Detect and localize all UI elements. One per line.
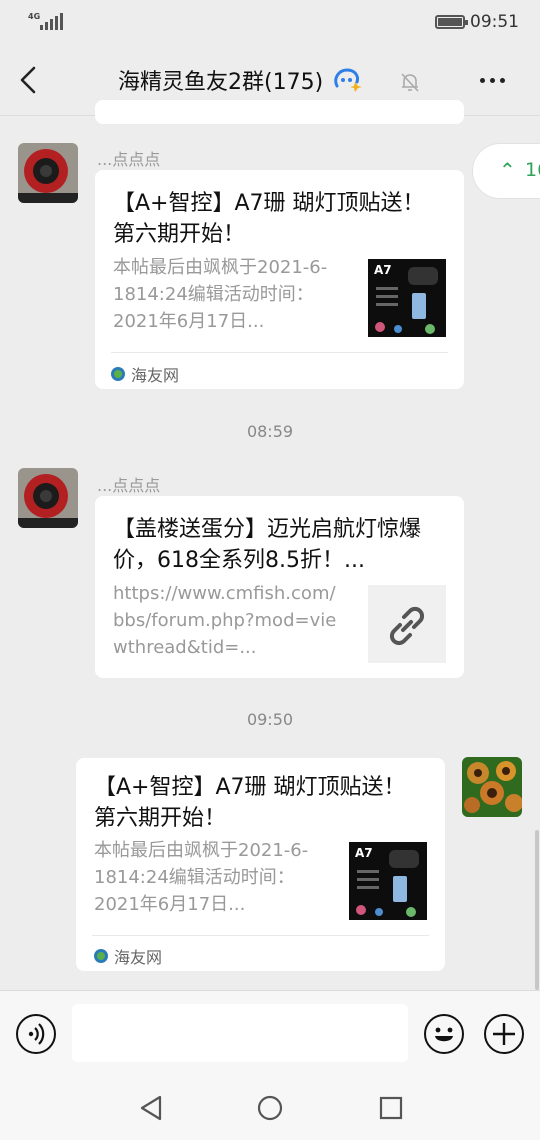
unread-count: 16 — [525, 159, 540, 181]
avatar[interactable] — [18, 143, 78, 203]
card-description: 本帖最后由飒枫于2021-6-1814:24编辑活动时间：2021年6月17日.… — [94, 840, 309, 915]
status-bar: 4G 09:51 — [0, 0, 540, 44]
nav-back-icon[interactable] — [138, 1094, 164, 1122]
signal-icon — [40, 12, 63, 30]
divider — [111, 352, 448, 353]
card-source: 海友网 — [94, 944, 162, 968]
chevron-left-icon — [20, 66, 36, 94]
speaker-avatar-image — [18, 468, 78, 528]
voice-icon — [28, 1023, 45, 1045]
avatar[interactable] — [18, 468, 78, 528]
sender-name: ...点点点 — [97, 476, 161, 495]
double-chevron-up-icon: ⌃ — [499, 158, 516, 182]
more-actions-button[interactable] — [484, 1014, 524, 1054]
card-description: https://www.cmfish.com/bbs/forum.php?mod… — [113, 583, 337, 658]
my-avatar[interactable] — [462, 757, 522, 817]
nav-home-icon[interactable] — [256, 1094, 284, 1122]
source-logo-icon — [94, 949, 108, 963]
source-logo-icon — [111, 367, 125, 381]
emoji-button[interactable] — [424, 1014, 464, 1054]
scrollbar[interactable] — [535, 830, 539, 990]
network-type: 4G — [28, 12, 41, 21]
coral-avatar-image — [462, 757, 522, 817]
card-description: 本帖最后由飒枫于2021-6-1814:24编辑活动时间：2021年6月17日.… — [113, 257, 328, 332]
jump-to-unread-button[interactable]: ⌃ 16 — [472, 143, 540, 199]
nav-recents-icon[interactable] — [378, 1095, 404, 1121]
mute-bell-icon — [401, 73, 419, 92]
source-name: 海友网 — [114, 948, 163, 967]
status-time: 09:51 — [470, 12, 519, 32]
card-title: 【盖楼送蛋分】迈光启航灯惊爆价，618全系列8.5折！... — [113, 517, 422, 573]
input-bar — [0, 990, 540, 1076]
card-title: 【A+智控】A7珊 瑚灯顶贴送！第六期开始！ — [113, 191, 425, 247]
previous-message-bubble[interactable] — [95, 100, 464, 124]
card-thumbnail: A7 — [368, 259, 446, 337]
timestamp: 08:59 — [246, 422, 294, 441]
card-source: 海友网 — [111, 362, 179, 386]
chat-title-row: 海精灵鱼友2群(175) — [118, 64, 363, 96]
thumb-label: A7 — [355, 846, 373, 860]
link-card-message[interactable]: 【A+智控】A7珊 瑚灯顶贴送！第六期开始！ 本帖最后由飒枫于2021-6-18… — [76, 758, 445, 971]
back-button[interactable] — [16, 64, 44, 96]
chat-title: 海精灵鱼友2群(175) — [118, 70, 324, 95]
link-card-message[interactable]: 【盖楼送蛋分】迈光启航灯惊爆价，618全系列8.5折！... https://w… — [95, 496, 464, 678]
card-thumbnail: A7 — [349, 842, 427, 920]
timestamp: 09:50 — [246, 710, 294, 729]
divider — [92, 935, 429, 936]
voice-button[interactable] — [16, 1014, 56, 1054]
emoji-icon — [435, 1027, 453, 1042]
battery-icon — [435, 15, 468, 29]
sender-name: ...点点点 — [97, 150, 161, 169]
speaker-avatar-image — [18, 143, 78, 203]
link-card-message[interactable]: 【A+智控】A7珊 瑚灯顶贴送！第六期开始！ 本帖最后由飒枫于2021-6-18… — [95, 170, 464, 389]
source-name: 海友网 — [131, 366, 180, 385]
thumb-label: A7 — [374, 263, 392, 277]
message-input[interactable] — [72, 1004, 408, 1062]
card-title: 【A+智控】A7珊 瑚灯顶贴送！第六期开始！ — [94, 775, 406, 831]
plus-icon — [493, 1023, 515, 1045]
system-nav-bar — [0, 1076, 540, 1140]
link-thumbnail — [368, 585, 446, 663]
more-button[interactable] — [480, 78, 505, 83]
ai-assistant-icon[interactable] — [331, 66, 363, 94]
link-icon — [389, 606, 425, 646]
